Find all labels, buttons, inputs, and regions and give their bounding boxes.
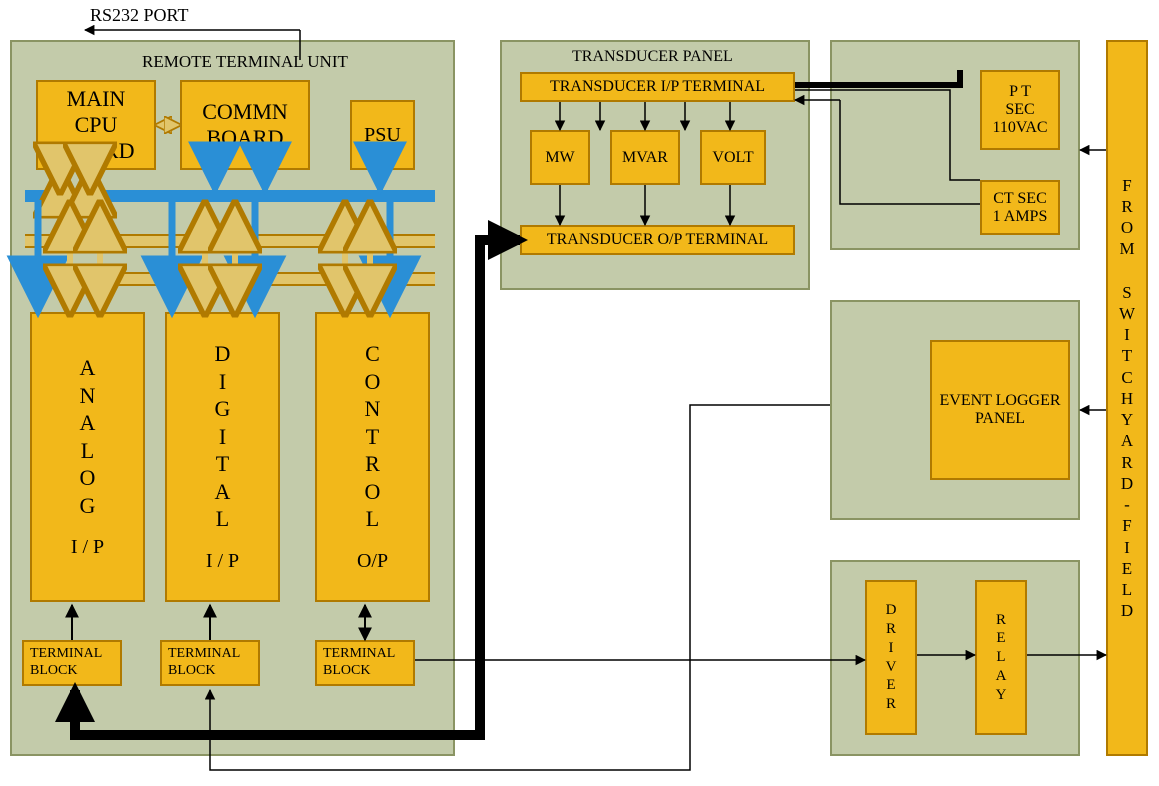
commn-board: COMMN BOARD — [180, 80, 310, 170]
tan-bus-1 — [25, 234, 435, 248]
mvar-box: MVAR — [610, 130, 680, 185]
pt-sec-box: P T SEC 110VAC — [980, 70, 1060, 150]
event-logger-box: EVENT LOGGER PANEL — [930, 340, 1070, 480]
tan-bus-2 — [25, 272, 435, 286]
mw-box: MW — [530, 130, 590, 185]
rs232-port-label: RS232 PORT — [90, 5, 188, 26]
analog-ip-module: ANALOG I / P — [30, 312, 145, 602]
main-cpu-board: MAIN CPU BOARD — [36, 80, 156, 170]
driver-box: DRIVER — [865, 580, 917, 735]
transducer-panel-title: TRANSDUCER PANEL — [572, 48, 733, 66]
relay-box: RELAY — [975, 580, 1027, 735]
control-op-module: CONTROL O/P — [315, 312, 430, 602]
rtu-title: REMOTE TERMINAL UNIT — [142, 52, 348, 72]
transducer-op-terminal: TRANSDUCER O/P TERMINAL — [520, 225, 795, 255]
psu-box: PSU — [350, 100, 415, 170]
volt-box: VOLT — [700, 130, 766, 185]
terminal-block-3: TERMINAL BLOCK — [315, 640, 415, 686]
terminal-block-1: TERMINAL BLOCK — [22, 640, 122, 686]
from-switchyard-field: FROM SWITCHYARD-FIELD — [1106, 40, 1148, 756]
blue-bus — [25, 190, 435, 202]
transducer-ip-terminal: TRANSDUCER I/P TERMINAL — [520, 72, 795, 102]
terminal-block-2: TERMINAL BLOCK — [160, 640, 260, 686]
digital-ip-module: DIGITAL I / P — [165, 312, 280, 602]
ct-sec-box: CT SEC 1 AMPS — [980, 180, 1060, 235]
